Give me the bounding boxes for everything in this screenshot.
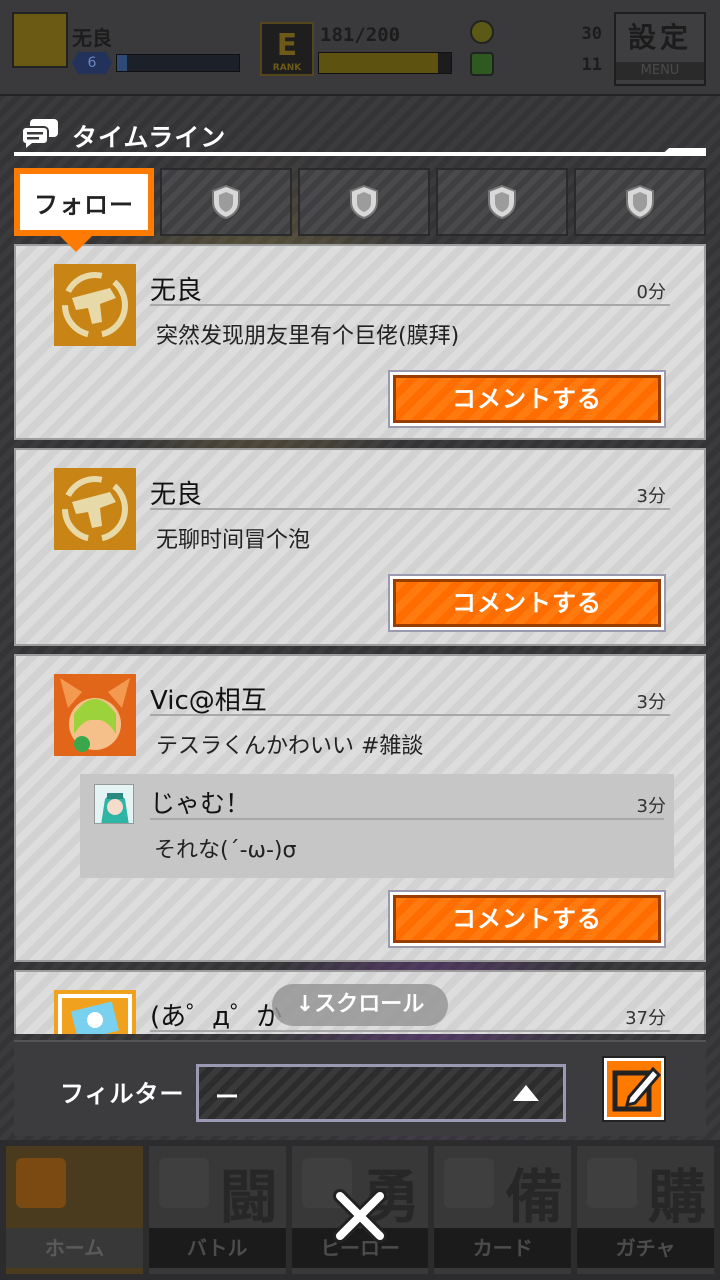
home-icon: [16, 1158, 66, 1208]
reply-text: それな(´-ω-)σ: [154, 838, 297, 863]
timeline-header: タイムライン: [14, 112, 706, 156]
post-username[interactable]: 无良: [150, 474, 202, 511]
coin-icon: [470, 20, 494, 44]
card-icon: [444, 1158, 495, 1208]
user-avatar[interactable]: [54, 674, 136, 756]
player-avatar: [12, 12, 68, 68]
gacha-icon: [587, 1158, 638, 1208]
exp-counter: 181/200: [320, 24, 401, 46]
post-divider: [150, 508, 670, 510]
header-divider-accent: [660, 148, 706, 156]
nav-card: 備 カード: [434, 1146, 572, 1274]
nav-card-label: カード: [434, 1228, 572, 1268]
filter-bar: フィルター ー: [14, 1040, 706, 1136]
nav-card-glyph: 備: [505, 1163, 564, 1231]
rank-label: RANK: [272, 63, 302, 73]
filter-label: フィルター: [60, 1080, 185, 1108]
reply-divider: [150, 818, 664, 820]
post-time: 3分: [636, 692, 666, 713]
user-avatar[interactable]: [54, 264, 136, 346]
tab-follow-label: フォロー: [20, 174, 148, 230]
shield-icon: [488, 184, 516, 220]
gun-emblem-icon: [54, 264, 136, 346]
reply-time: 3分: [636, 796, 666, 817]
rank-badge: E RANK: [260, 22, 314, 76]
shield-icon: [626, 184, 654, 220]
coin-count: 30: [581, 24, 602, 44]
chat-bubbles-icon: [21, 119, 58, 148]
timeline-post: 无良 0分 突然发现朋友里有个巨佬(膜拜) コメントする: [14, 244, 706, 440]
post-text: 无聊时间冒个泡: [156, 528, 311, 553]
level-badge: 6: [72, 52, 112, 74]
comment-button[interactable]: コメントする: [388, 890, 666, 948]
post-divider: [150, 304, 670, 306]
nav-battle-glyph: 闘: [219, 1163, 278, 1231]
timeline-tabs: フォロー: [14, 168, 706, 252]
player-name: 无良: [72, 26, 112, 50]
reply-username[interactable]: じゃむ！: [150, 784, 250, 820]
post-time: 0分: [636, 282, 666, 303]
shield-icon: [212, 184, 240, 220]
gamepad-icon: [158, 1158, 209, 1208]
comment-button-label: コメントする: [393, 579, 661, 627]
post-text: テスラくんかわいい #雑談: [156, 734, 424, 759]
level-progress-bar: [116, 54, 240, 72]
triangle-up-icon: [513, 1085, 539, 1101]
exp-progress-bar: [318, 52, 452, 74]
new-post-button[interactable]: [604, 1058, 664, 1120]
comment-button-label: コメントする: [393, 895, 661, 943]
timeline-feed[interactable]: 无良 0分 突然发现朋友里有个巨佬(膜拜) コメントする 无良 3分 无聊时间冒…: [14, 244, 706, 1034]
post-divider: [150, 1030, 670, 1032]
comment-button[interactable]: コメントする: [388, 370, 666, 428]
user-avatar[interactable]: [54, 990, 136, 1034]
fox-character-icon: [54, 674, 136, 756]
character-avatar-icon: [95, 785, 133, 823]
post-username[interactable]: 无良: [150, 270, 202, 307]
post-time: 37分: [625, 1008, 666, 1029]
post-username[interactable]: (あ゜д゜か: [150, 996, 282, 1033]
rank-letter: E: [276, 28, 298, 63]
trophy-badge-icon: [54, 990, 136, 1034]
reply-comment: じゃむ！ 3分 それな(´-ω-)σ: [80, 774, 674, 878]
timeline-post: Vic@相互 3分 テスラくんかわいい #雑談 じゃむ！ 3分 それな(´-ω-…: [14, 654, 706, 962]
post-text: 突然发现朋友里有个巨佬(膜拜): [156, 324, 460, 349]
nav-battle-label: バトル: [148, 1228, 286, 1268]
tab-locked-3[interactable]: [436, 168, 568, 236]
filter-value: ー: [215, 1083, 239, 1111]
timeline-title: タイムライン: [72, 123, 227, 152]
gem-icon: [470, 52, 494, 76]
shield-icon: [350, 184, 378, 220]
tab-locked-4[interactable]: [574, 168, 706, 236]
tab-locked-1[interactable]: [160, 168, 292, 236]
nav-gacha-label: ガチャ: [577, 1228, 714, 1268]
post-time: 3分: [636, 486, 666, 507]
nav-battle: 闘 バトル: [148, 1146, 286, 1274]
menu-label: MENU: [616, 62, 704, 80]
settings-menu-button: 設定 MENU: [614, 12, 706, 86]
tab-follow[interactable]: フォロー: [14, 168, 154, 252]
status-bar: 无良 6 E RANK 181/200 30 11 設定 MENU: [0, 0, 720, 96]
filter-dropdown[interactable]: ー: [196, 1064, 566, 1122]
header-divider: [14, 152, 706, 156]
post-divider: [150, 714, 670, 716]
comment-button[interactable]: コメントする: [388, 574, 666, 632]
edit-pencil-icon: [612, 1066, 662, 1112]
settings-label: 設定: [627, 21, 692, 54]
comment-button-label: コメントする: [393, 375, 661, 423]
gun-emblem-icon: [54, 468, 136, 550]
gem-count: 11: [581, 55, 602, 75]
reply-avatar[interactable]: [94, 784, 134, 824]
scroll-hint: ↓スクロール: [272, 984, 448, 1026]
close-icon[interactable]: [330, 1186, 390, 1246]
tab-locked-2[interactable]: [298, 168, 430, 236]
post-username[interactable]: Vic@相互: [150, 680, 267, 717]
nav-gacha: 購 ガチャ: [577, 1146, 714, 1274]
timeline-post: 无良 3分 无聊时间冒个泡 コメントする: [14, 448, 706, 646]
user-avatar[interactable]: [54, 468, 136, 550]
nav-gacha-glyph: 購: [647, 1163, 706, 1231]
nav-home-label: ホーム: [6, 1228, 143, 1268]
nav-home: ホーム: [6, 1146, 143, 1274]
